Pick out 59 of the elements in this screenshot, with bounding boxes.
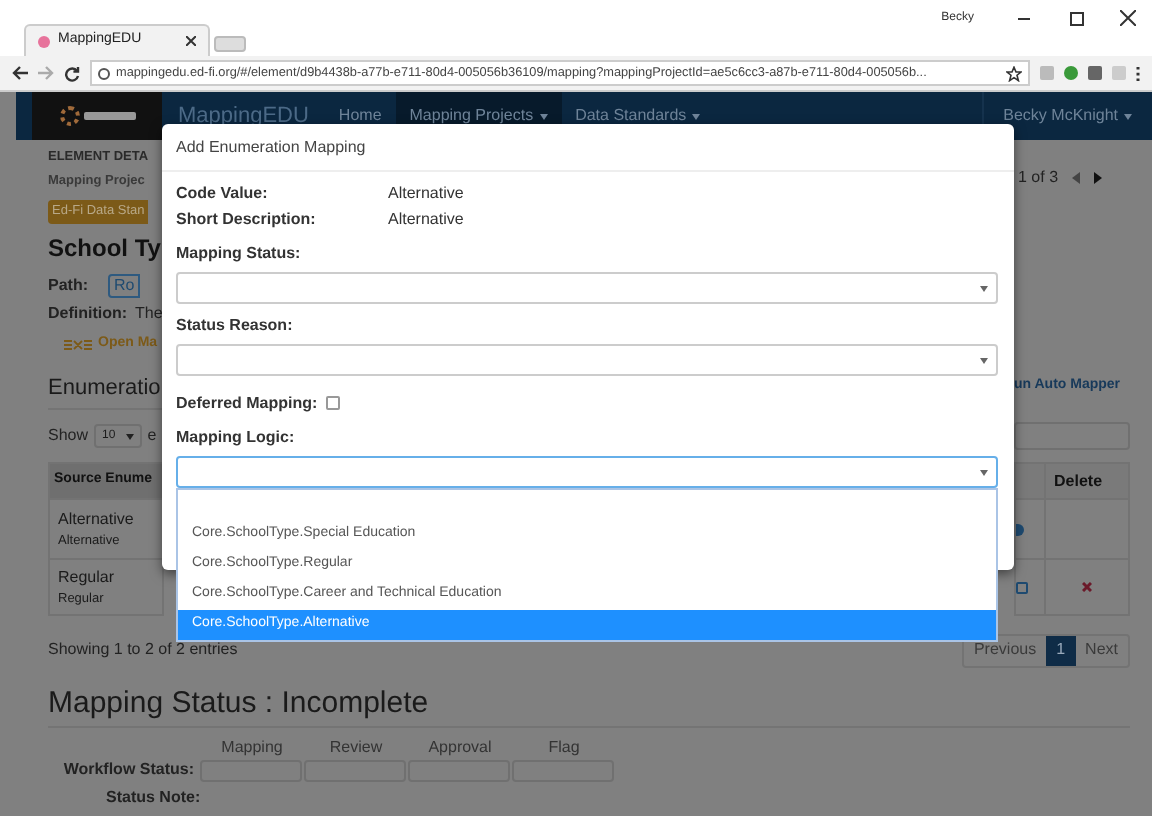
- delete-icon[interactable]: [1082, 582, 1092, 592]
- forward-icon[interactable]: [38, 66, 54, 80]
- pagination-button[interactable]: Previous: [963, 635, 1047, 665]
- minimize-icon[interactable]: [1018, 17, 1030, 19]
- site-icon: [38, 35, 50, 47]
- field-label: Status Reason:: [176, 313, 295, 337]
- back-icon[interactable]: [12, 66, 28, 80]
- caret-icon: [125, 433, 134, 439]
- definition-label: Definition:: [48, 302, 128, 326]
- next-icon[interactable]: [1094, 172, 1103, 184]
- search-field[interactable]: [1014, 422, 1130, 450]
- caret-icon: [980, 357, 988, 363]
- select-field[interactable]: [176, 344, 998, 376]
- section-heading: Mapping Status : Incomplete: [48, 686, 429, 720]
- caret-icon: [1124, 113, 1132, 119]
- mapping-icon: [64, 339, 92, 349]
- new-tab-button[interactable]: [214, 36, 246, 52]
- path-button[interactable]: Ro: [108, 273, 141, 297]
- field-label: Code Value:: [176, 181, 270, 205]
- column-label: Flag: [546, 738, 582, 758]
- field-label: Short Description:: [176, 207, 318, 231]
- info-icon: [98, 67, 110, 79]
- field-label: Deferred Mapping:: [176, 391, 318, 415]
- close-icon[interactable]: [186, 36, 196, 46]
- column-label: Review: [327, 738, 385, 758]
- entries-label: e: [147, 424, 157, 448]
- previous-icon[interactable]: [1072, 172, 1081, 184]
- edit-icon[interactable]: [1016, 581, 1028, 593]
- table-header-cell: Delete: [1044, 462, 1130, 500]
- page-title: School Ty: [48, 232, 161, 266]
- pager-text: 1 of 3: [1018, 166, 1059, 190]
- field-label: Mapping Status:: [176, 241, 303, 266]
- modal-title: Add Enumeration Mapping: [162, 124, 1014, 172]
- caret-icon: [980, 285, 988, 291]
- column-label: Mapping: [219, 738, 285, 758]
- select-field[interactable]: [176, 272, 998, 304]
- field-value: Alternative: [388, 207, 464, 231]
- path-label: Path:: [48, 273, 88, 297]
- caret-icon: [980, 469, 988, 475]
- column-label: Approval: [426, 738, 494, 758]
- row-value: Regular: [58, 565, 117, 590]
- field-label: Mapping Logic:: [176, 425, 297, 450]
- definition-text: The: [135, 302, 163, 326]
- status-note-label: Status Note:: [106, 788, 201, 806]
- section-heading: Enumeratio: [48, 376, 161, 400]
- select-field[interactable]: [176, 456, 998, 488]
- star-icon[interactable]: [1006, 65, 1022, 81]
- maximize-icon[interactable]: [1070, 11, 1084, 25]
- row-value: Alternative: [58, 507, 136, 532]
- reload-icon[interactable]: [64, 65, 80, 81]
- checkbox[interactable]: [325, 396, 340, 410]
- close-icon[interactable]: [1120, 10, 1136, 26]
- table-info: Showing 1 to 2 of 2 entries: [48, 638, 238, 662]
- workflow-label: Workflow Status:: [61, 758, 196, 782]
- show-label: Show: [48, 424, 89, 448]
- logo-drawing: [32, 92, 162, 140]
- pagination-button[interactable]: 1: [1046, 635, 1076, 665]
- pagination-button[interactable]: Next: [1075, 635, 1128, 665]
- field-value: Alternative: [388, 181, 464, 205]
